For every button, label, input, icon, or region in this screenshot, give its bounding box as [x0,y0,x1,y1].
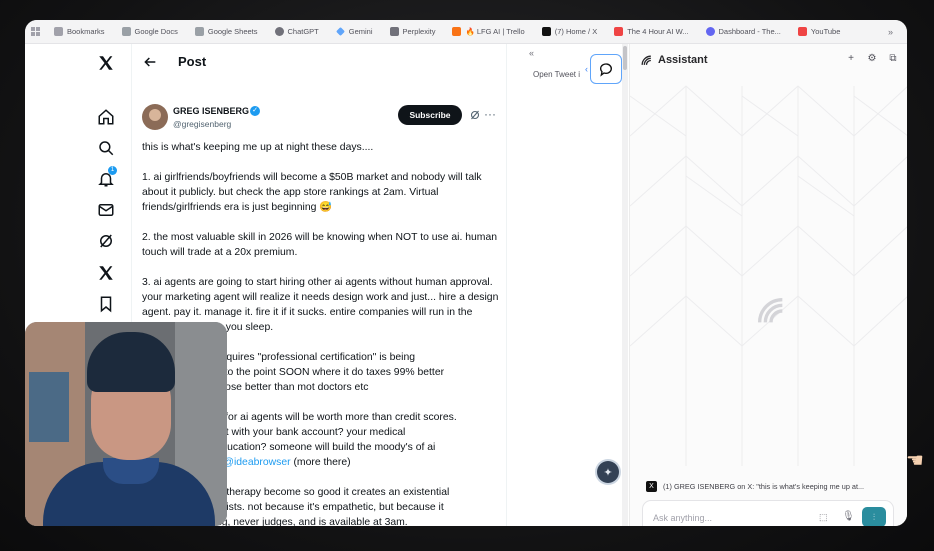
substack-icon [614,27,624,36]
bookmark-item[interactable]: Perplexity [389,27,435,36]
subscribe-button[interactable]: Subscribe [398,105,462,125]
author-name[interactable]: GREG ISENBERG [173,106,249,116]
assistant-actions: + ⚙ ⧉ [846,53,898,64]
chevron-left-icon[interactable]: ‹ [585,64,588,74]
search-icon[interactable] [95,137,117,159]
assistant-watermark-icon [757,297,783,323]
webcam-overlay [25,322,227,526]
grok-icon[interactable] [95,230,117,252]
microphone-icon[interactable]: 🎙 [842,511,855,522]
dashboard-icon [705,27,715,36]
x-icon: X [646,480,657,492]
notification-badge: 1 [108,166,117,175]
assistant-toggle-button[interactable] [590,54,622,84]
tweet-paragraph: 2. the most valuable skill in 2026 will … [142,232,500,258]
bookmark-item[interactable]: Gemini [335,27,373,36]
assistant-title: Assistant [658,54,708,66]
sparkle-icon: ✦ [603,466,613,479]
bookmark-item[interactable]: (7) Home / X [541,27,597,36]
post-title: Post [178,54,207,69]
bookmark-item[interactable]: Google Docs [121,27,178,36]
more-bookmarks-button[interactable]: » [888,27,893,37]
presenter-hair [87,332,175,392]
grok-explain-icon[interactable] [469,109,481,121]
context-text: (1) GREG ISENBERG on X: "this is what's … [663,481,865,491]
x-logo-icon[interactable] [95,52,117,74]
premium-x-icon[interactable] [95,262,117,284]
bookmark-item[interactable]: Google Sheets [194,27,258,36]
post-header: Post [132,44,506,80]
bookmarks-bar: Bookmarks Google Docs Google Sheets Chat… [25,20,907,44]
ai-sparkle-button[interactable]: ✦ [597,461,619,483]
assistant-panel: Assistant + ⚙ ⧉ X (1) GREG ISENBERG on X… [629,44,907,526]
perplexity-icon [389,27,399,36]
ask-box: ⬚ 🎙 ⫶ [642,500,894,526]
assistant-header: Assistant + ⚙ ⧉ [630,44,907,76]
apps-grid-icon[interactable] [31,27,40,36]
docs-icon [121,27,131,36]
x-icon [541,27,551,36]
scrollbar-track[interactable] [622,44,628,526]
page-context-chip[interactable]: X (1) GREG ISENBERG on X: "this is what'… [646,478,892,494]
collapse-sidebar-button[interactable]: « [529,48,534,58]
bookmarks-icon[interactable] [95,293,117,315]
back-arrow-icon[interactable] [142,54,158,70]
bookmark-item[interactable]: YouTube [797,27,840,36]
bookmark-item[interactable]: 🔥 LFG AI | Trello [452,27,525,36]
home-icon[interactable] [95,106,117,128]
ask-input[interactable] [653,510,803,526]
screenshot-crop-icon[interactable]: ⬚ [819,512,828,523]
assistant-logo-icon [641,55,651,65]
background-window [29,372,69,442]
popout-icon[interactable]: ⧉ [888,53,898,64]
hand-cursor-icon: ☚ [906,450,924,472]
youtube-icon [797,27,807,36]
chatgpt-icon [274,27,284,36]
trello-icon [452,27,462,36]
sheets-icon [194,27,204,36]
mention-link[interactable]: @ideabrowser [223,457,290,468]
post-divider [506,44,507,526]
author-handle[interactable]: @gregisenberg [173,119,231,129]
author-avatar[interactable] [142,104,168,130]
chat-bubble-icon [600,63,612,77]
open-tweet-button[interactable]: Open Tweet i [533,70,580,79]
gemini-icon [335,27,345,36]
settings-icon[interactable]: ⚙ [867,53,877,64]
verified-badge-icon: ✓ [250,106,260,116]
bookmark-icon [54,27,63,36]
scrollbar-thumb[interactable] [623,46,627,70]
messages-icon[interactable] [95,199,117,221]
tweet-paragraph: 1. ai girlfriends/boyfriends will become… [142,172,485,213]
bookmark-item[interactable]: Dashboard - The... [705,27,781,36]
bookmark-item[interactable]: The 4 Hour AI W... [614,27,689,36]
background-pattern [630,85,907,466]
more-options-icon[interactable]: ··· [484,107,496,121]
bookmark-item[interactable]: ChatGPT [274,27,319,36]
presenter-collar [103,458,159,484]
new-chat-icon[interactable]: + [846,53,856,64]
bookmark-item[interactable]: Bookmarks [54,27,105,36]
voice-mode-button[interactable]: ⫶ [862,507,886,526]
notifications-icon[interactable]: 1 [95,166,117,190]
tweet-paragraph: this is what's keeping me up at night th… [142,142,374,153]
